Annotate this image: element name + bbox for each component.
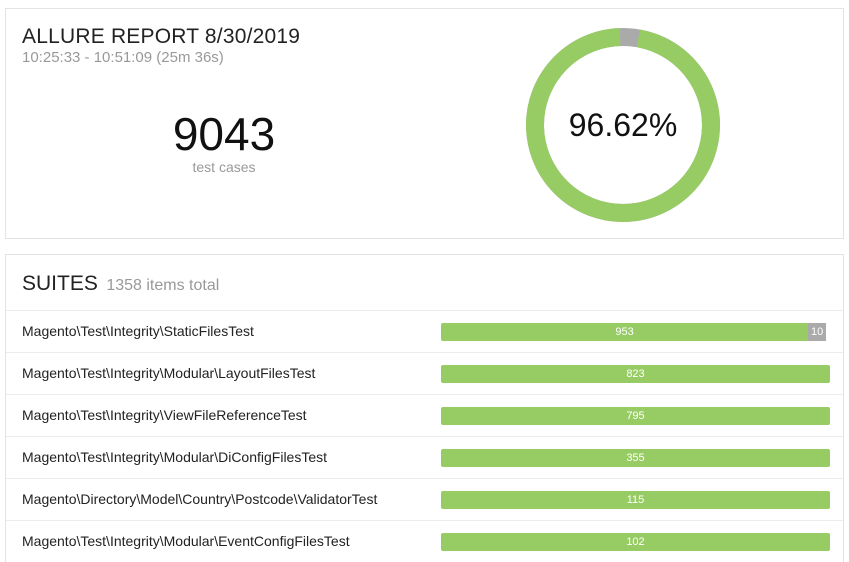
suite-row[interactable]: Magento\Test\Integrity\Modular\DiConfigF… xyxy=(6,436,843,478)
suite-status-bar: 355 xyxy=(441,449,830,467)
suite-status-bar: 823 xyxy=(441,365,830,383)
suite-status-bar: 102 xyxy=(441,533,830,551)
passed-segment: 795 xyxy=(441,407,830,425)
passed-segment: 823 xyxy=(441,365,830,383)
suite-name: Magento\Test\Integrity\Modular\DiConfigF… xyxy=(22,449,328,465)
passed-segment: 102 xyxy=(441,533,830,551)
suite-name: Magento\Test\Integrity\Modular\EventConf… xyxy=(22,533,350,549)
passed-segment: 953 xyxy=(441,323,809,341)
report-title: ALLURE REPORT 8/30/2019 xyxy=(22,25,301,48)
suite-status-bar: 115 xyxy=(441,491,830,509)
suite-list: Magento\Test\Integrity\StaticFilesTest 95… xyxy=(6,310,843,562)
suites-header: SUITES 1358 items total xyxy=(22,272,219,296)
suite-status-bar: 795 xyxy=(441,407,830,425)
suite-row[interactable]: Magento\Test\Integrity\ViewFileReference… xyxy=(6,394,843,436)
report-time-range: 10:25:33 - 10:51:09 (25m 36s) xyxy=(22,49,224,66)
suite-row[interactable]: Magento\Test\Integrity\Modular\EventConf… xyxy=(6,520,843,562)
suite-name: Magento\Test\Integrity\StaticFilesTest xyxy=(22,323,254,339)
suite-name: Magento\Test\Integrity\Modular\LayoutFil… xyxy=(22,365,316,381)
suite-row[interactable]: Magento\Test\Integrity\StaticFilesTest 95… xyxy=(6,310,843,352)
suites-widget: SUITES 1358 items total Magento\Test\Int… xyxy=(5,254,844,562)
success-rate-value: 96.62% xyxy=(568,106,678,143)
suite-row[interactable]: Magento\Test\Integrity\Modular\LayoutFil… xyxy=(6,352,843,394)
suite-status-bar: 953 10 xyxy=(441,323,830,341)
passed-segment: 115 xyxy=(441,491,830,509)
total-test-count: 9043 xyxy=(172,108,276,160)
suite-row[interactable]: Magento\Directory\Model\Country\Postcode… xyxy=(6,478,843,520)
total-test-label: test cases xyxy=(192,159,256,175)
unknown-segment: 10 xyxy=(808,323,827,341)
suite-name: Magento\Test\Integrity\ViewFileReference… xyxy=(22,407,307,423)
suites-total-count: 1358 items total xyxy=(106,277,220,294)
passed-segment: 355 xyxy=(441,449,830,467)
suites-title: SUITES xyxy=(22,272,98,295)
suite-name: Magento\Directory\Model\Country\Postcode… xyxy=(22,491,378,507)
